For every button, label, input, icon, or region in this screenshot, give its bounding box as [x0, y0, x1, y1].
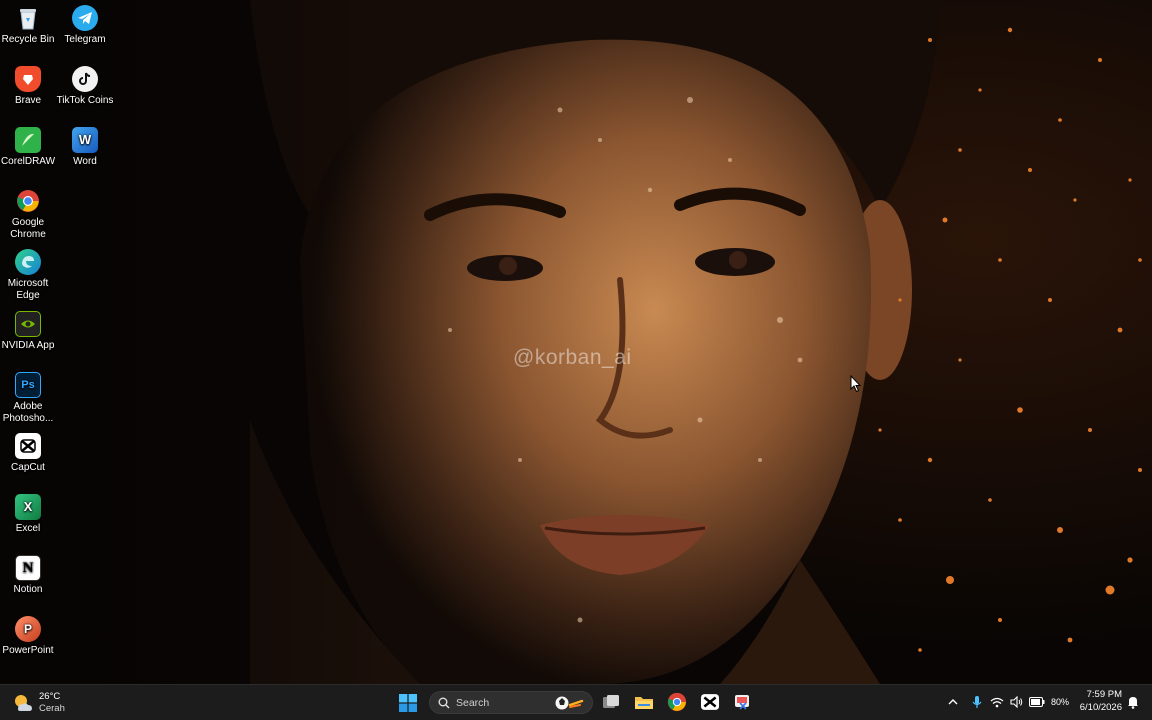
- desktop-icon-google-chrome[interactable]: Google Chrome: [0, 188, 57, 241]
- notification-center-button[interactable]: [1122, 689, 1144, 715]
- desktop-icon-tiktok-coins[interactable]: TikTok Coins: [56, 66, 114, 107]
- file-explorer-button[interactable]: [631, 689, 657, 715]
- desktop-icon-label: Brave: [14, 95, 42, 106]
- task-view-button[interactable]: [598, 689, 624, 715]
- weather-widget[interactable]: 26°C Cerah: [12, 690, 65, 716]
- clock-date: 6/10/2026: [1079, 702, 1122, 713]
- chevron-up-icon: [948, 699, 958, 705]
- desktop-icon-label: CorelDRAW: [0, 156, 56, 167]
- nvidia-icon: [15, 311, 41, 337]
- desktop-icon-recycle-bin[interactable]: Recycle Bin: [0, 5, 57, 46]
- chrome-icon: [15, 188, 41, 214]
- capcut-taskbar-button[interactable]: [697, 689, 723, 715]
- desktop-icon-powerpoint[interactable]: P PowerPoint: [0, 616, 57, 657]
- desktop-icon-microsoft-edge[interactable]: Microsoft Edge: [0, 249, 57, 302]
- desktop-icon-label: Word: [73, 156, 97, 167]
- desktop-icon-label: CapCut: [11, 462, 45, 473]
- desktop-icon-label: Microsoft Edge: [7, 278, 49, 301]
- desktop-icon-word[interactable]: W Word: [56, 127, 114, 168]
- start-button[interactable]: [395, 690, 421, 716]
- desktop-icon-label: Telegram: [64, 34, 106, 45]
- search-highlight-icon: [555, 696, 584, 710]
- photoshop-icon: Ps: [15, 372, 41, 398]
- desktop-icon-capcut[interactable]: CapCut: [0, 433, 57, 474]
- desktop-icon-adobe-photoshop[interactable]: Ps Adobe Photosho...: [0, 372, 57, 425]
- capcut-icon: [15, 433, 41, 459]
- quick-settings-button[interactable]: 80%: [990, 689, 1070, 715]
- weather-condition: Cerah: [39, 703, 65, 714]
- desktop-wallpaper: @korban_ai: [0, 0, 1152, 684]
- notion-icon: N: [15, 555, 41, 581]
- desktop-icon-label: NVIDIA App: [1, 340, 55, 351]
- weather-sun-cloud-icon: [15, 695, 32, 711]
- desktop-icon-label: Notion: [13, 584, 43, 595]
- microphone-button[interactable]: [964, 689, 990, 715]
- wallpaper-portrait-image: [0, 0, 1152, 684]
- desktop-icon-label: PowerPoint: [2, 645, 54, 656]
- desktop-icon-telegram[interactable]: Telegram: [56, 5, 114, 46]
- desktop-icon-label: Google Chrome: [10, 217, 46, 240]
- show-hidden-icons-button[interactable]: [940, 689, 966, 715]
- chrome-taskbar-button[interactable]: [664, 689, 690, 715]
- battery-icon: [1029, 697, 1045, 707]
- battery-percent: 80%: [1051, 697, 1070, 707]
- task-view-icon: [603, 695, 619, 708]
- tiktok-coins-icon: [72, 66, 98, 92]
- weather-temperature: 26°C: [39, 691, 61, 702]
- desktop-icon-excel[interactable]: X Excel: [0, 494, 57, 535]
- desktop-icon-brave[interactable]: Brave: [0, 66, 57, 107]
- desktop-icon-label: Adobe Photosho...: [2, 401, 54, 424]
- volume-icon: [1010, 696, 1023, 708]
- excel-icon: X: [15, 494, 41, 520]
- search-placeholder: Search: [456, 697, 490, 709]
- desktop-icon-label: TikTok Coins: [56, 95, 114, 106]
- search-icon: [438, 697, 450, 709]
- wallpaper-watermark: @korban_ai: [513, 346, 632, 369]
- desktop-icon-coreldraw[interactable]: CorelDRAW: [0, 127, 57, 168]
- capcut-icon: [701, 694, 719, 710]
- snipping-tool-button[interactable]: [730, 689, 756, 715]
- snipping-tool-icon: [735, 695, 749, 710]
- coreldraw-icon: [15, 127, 41, 153]
- powerpoint-icon: P: [15, 616, 41, 642]
- notification-icon: [1128, 696, 1138, 709]
- chrome-icon: [667, 692, 687, 712]
- recycle-bin-icon: [15, 5, 41, 31]
- taskbar-clock[interactable]: 7:59 PM 6/10/2026: [1072, 688, 1122, 714]
- brave-icon: [15, 66, 41, 92]
- clock-time: 7:59 PM: [1086, 689, 1122, 700]
- file-explorer-icon: [635, 697, 653, 709]
- desktop-icon-label: Recycle Bin: [1, 34, 55, 45]
- telegram-icon: [72, 5, 98, 31]
- microphone-icon: [972, 696, 982, 708]
- word-icon: W: [72, 127, 98, 153]
- mouse-cursor-icon: [850, 375, 862, 393]
- start-icon: [399, 694, 417, 712]
- wifi-icon: [990, 697, 1004, 707]
- desktop-icon-notion[interactable]: N Notion: [0, 555, 57, 596]
- desktop-icon-nvidia-app[interactable]: NVIDIA App: [0, 311, 57, 352]
- desktop-icon-label: Excel: [15, 523, 41, 534]
- edge-icon: [15, 249, 41, 275]
- taskbar-search-box[interactable]: Search: [429, 691, 593, 714]
